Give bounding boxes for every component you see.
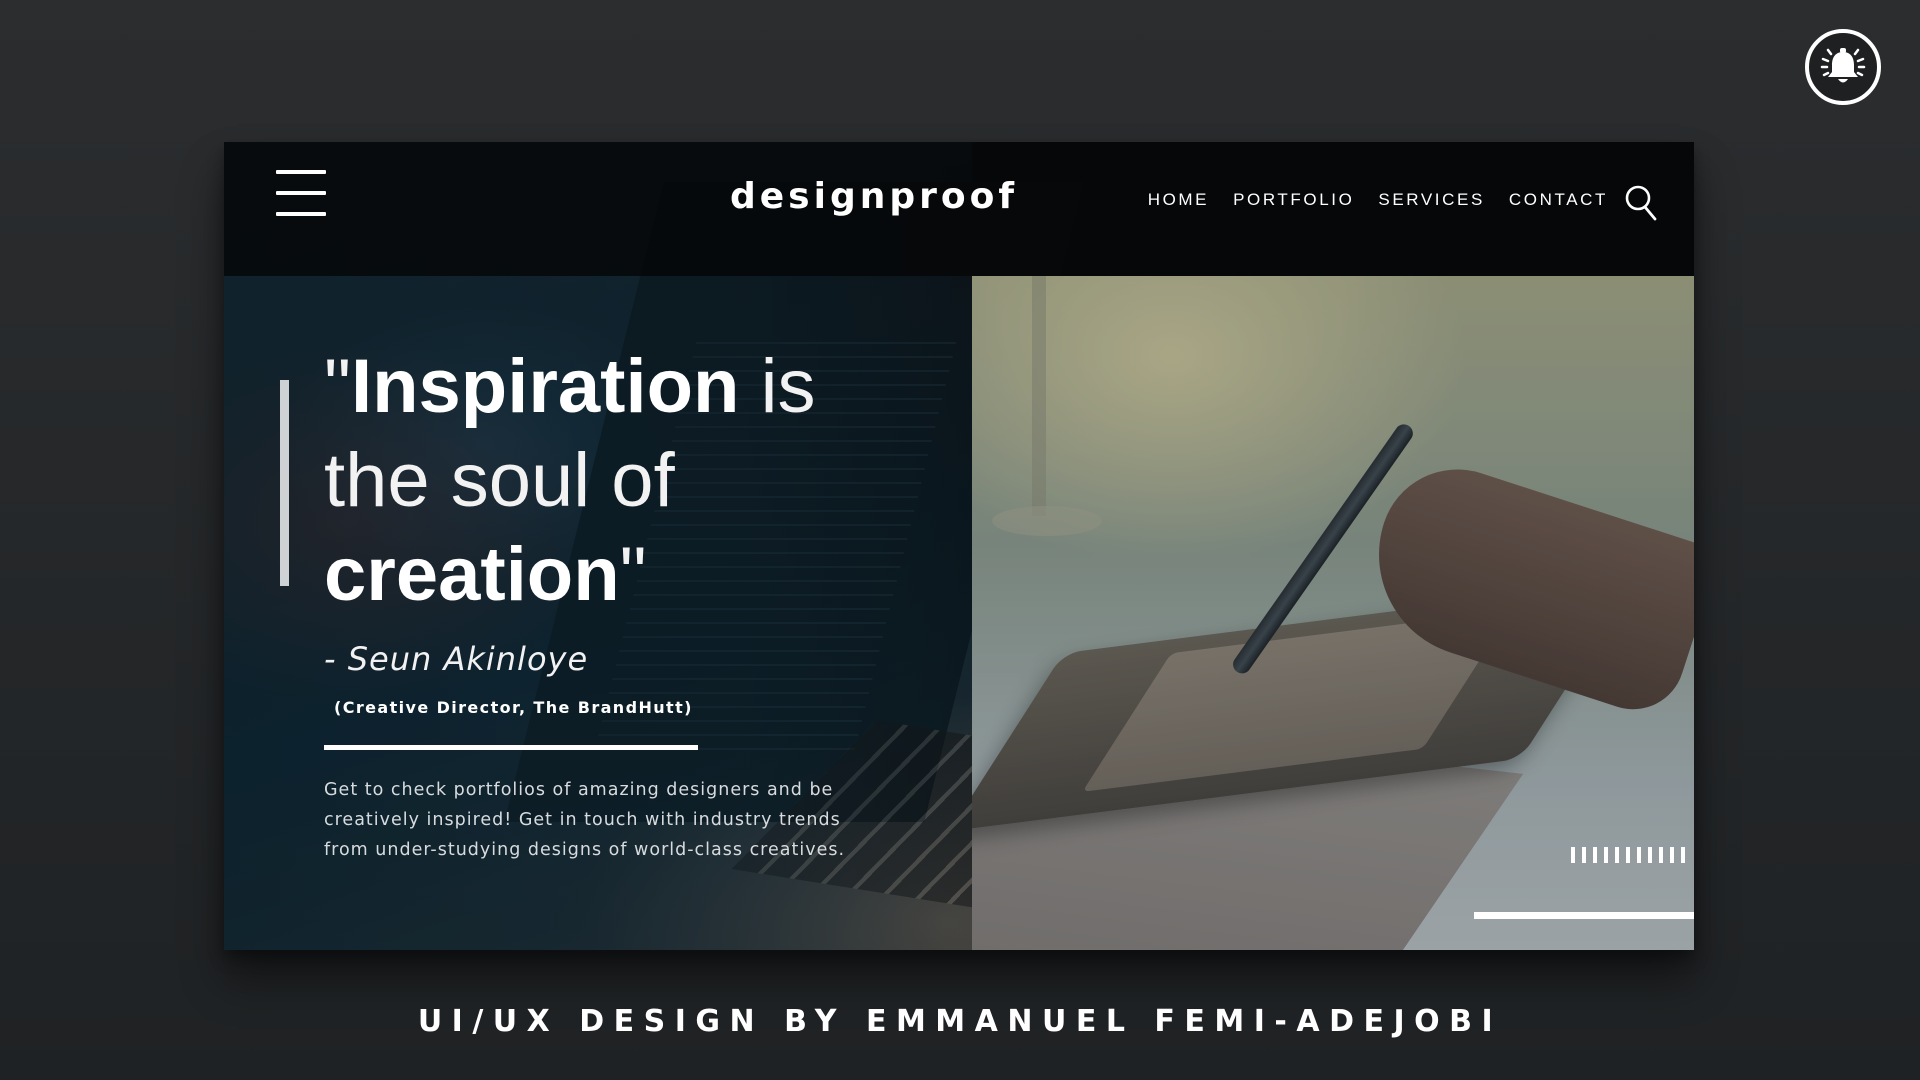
design-credit: UI/UX DESIGN BY EMMANUEL FEMI-ADEJOBI xyxy=(417,1004,1503,1039)
slide-indicator-tick[interactable] xyxy=(1659,847,1663,863)
hamburger-icon xyxy=(276,170,326,174)
close-quote: " xyxy=(619,532,647,617)
slide-indicator-tick[interactable] xyxy=(1582,847,1586,863)
main-nav: HOME PORTFOLIO SERVICES CONTACT xyxy=(1148,190,1608,210)
slide-indicator-tick[interactable] xyxy=(1593,847,1597,863)
slide-indicator-tick[interactable] xyxy=(1571,847,1575,863)
slide-progress-bar xyxy=(1474,912,1694,919)
slide-indicator-tick[interactable] xyxy=(1626,847,1630,863)
hero-divider xyxy=(324,745,698,750)
nav-item-portfolio[interactable]: PORTFOLIO xyxy=(1233,190,1354,210)
headline-line-2: the soul of xyxy=(324,438,675,523)
hero-description: Get to check portfolios of amazing desig… xyxy=(324,780,846,860)
quote-author: - Seun Akinloye xyxy=(324,640,589,678)
nav-item-home[interactable]: HOME xyxy=(1148,190,1209,210)
search-icon xyxy=(1625,185,1657,221)
slide-indicator-tick[interactable] xyxy=(1681,847,1685,863)
slide-indicator-tick[interactable] xyxy=(1648,847,1652,863)
slide-indicators xyxy=(1571,847,1685,863)
notification-bell-button[interactable] xyxy=(1805,29,1881,105)
quote-accent-bar xyxy=(280,380,289,586)
headline-word-is: is xyxy=(739,344,816,429)
author-role: (Creative Director, The BrandHutt) xyxy=(334,698,693,717)
search-button[interactable] xyxy=(1624,184,1658,222)
hero-headline: "Inspiration is the soul of creation" xyxy=(324,340,924,622)
site-header: designproof HOME PORTFOLIO SERVICES CONT… xyxy=(224,142,1694,276)
slide-indicator-tick[interactable] xyxy=(1637,847,1641,863)
open-quote: " xyxy=(324,344,351,429)
bell-icon xyxy=(1820,48,1866,83)
presentation-canvas: designproof HOME PORTFOLIO SERVICES CONT… xyxy=(0,0,1920,1080)
headline-word-creation: creation xyxy=(324,532,620,617)
slide-indicator-tick[interactable] xyxy=(1615,847,1619,863)
nav-item-contact[interactable]: CONTACT xyxy=(1509,190,1608,210)
website-mockup: designproof HOME PORTFOLIO SERVICES CONT… xyxy=(224,142,1694,950)
headline-word-inspiration: Inspiration xyxy=(350,344,740,429)
nav-item-services[interactable]: SERVICES xyxy=(1378,190,1484,210)
slide-indicator-tick[interactable] xyxy=(1604,847,1608,863)
slide-indicator-tick[interactable] xyxy=(1670,847,1674,863)
